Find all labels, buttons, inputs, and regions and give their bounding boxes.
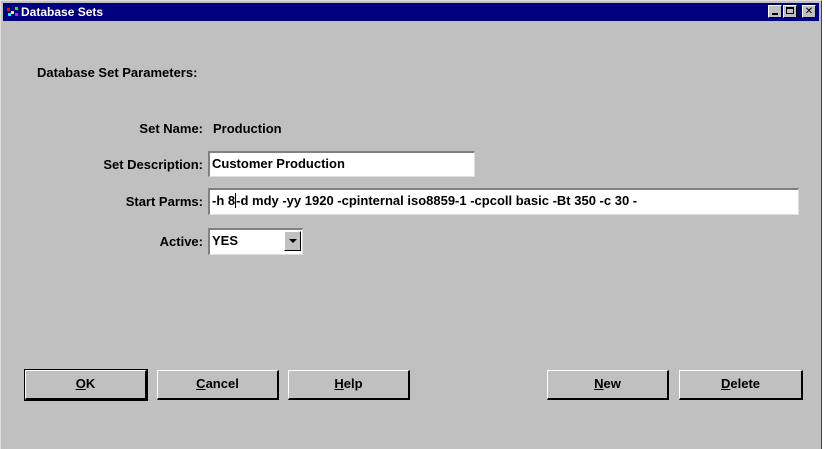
- help-mnemonic: H: [334, 376, 344, 391]
- maximize-button[interactable]: [783, 5, 797, 18]
- active-dropdown-button[interactable]: [284, 231, 301, 251]
- minimize-button[interactable]: [768, 5, 782, 18]
- new-mnemonic: N: [594, 376, 604, 391]
- ok-mnemonic: O: [75, 376, 86, 391]
- delete-label: elete: [730, 376, 761, 391]
- cancel-label: ancel: [205, 376, 239, 391]
- set-name-value: Production: [213, 121, 282, 136]
- title-bar[interactable]: Database Sets ✕: [3, 3, 819, 21]
- start-parms-value-after-caret: -d mdy -yy 1920 -cpinternal iso8859-1 -c…: [236, 193, 638, 208]
- set-description-value: Customer Production: [212, 156, 345, 171]
- active-label: Active:: [159, 234, 203, 249]
- help-label: elp: [343, 376, 363, 391]
- start-parms-label: Start Parms:: [125, 194, 203, 209]
- database-sets-icon: [7, 7, 18, 16]
- ok-label: K: [85, 376, 96, 391]
- delete-button[interactable]: Delete: [679, 370, 803, 400]
- new-button[interactable]: New: [547, 370, 669, 400]
- delete-mnemonic: D: [720, 376, 731, 391]
- close-button[interactable]: ✕: [802, 5, 816, 18]
- section-heading: Database Set Parameters:: [37, 65, 198, 80]
- set-description-field[interactable]: Customer Production: [208, 151, 475, 177]
- ok-button[interactable]: OK: [24, 369, 148, 401]
- start-parms-field[interactable]: -h 8-d mdy -yy 1920 -cpinternal iso8859-…: [208, 188, 799, 215]
- set-description-label: Set Description:: [103, 157, 203, 172]
- close-icon: ✕: [804, 6, 814, 17]
- chevron-down-icon: [289, 239, 297, 243]
- minimize-icon: [772, 13, 778, 15]
- cancel-mnemonic: C: [196, 376, 206, 391]
- set-name-label: Set Name:: [139, 121, 203, 136]
- window-title: Database Sets: [21, 5, 104, 19]
- cancel-button[interactable]: Cancel: [157, 370, 279, 400]
- start-parms-value-before-caret: -h 8: [212, 193, 236, 208]
- maximize-icon: [786, 7, 794, 14]
- database-sets-window: Database Sets ✕ Database Set Parameters:…: [0, 0, 822, 449]
- help-button[interactable]: Help: [288, 370, 410, 400]
- active-select-value: YES: [212, 233, 239, 248]
- new-label: ew: [603, 376, 621, 391]
- active-select[interactable]: YES: [208, 228, 303, 255]
